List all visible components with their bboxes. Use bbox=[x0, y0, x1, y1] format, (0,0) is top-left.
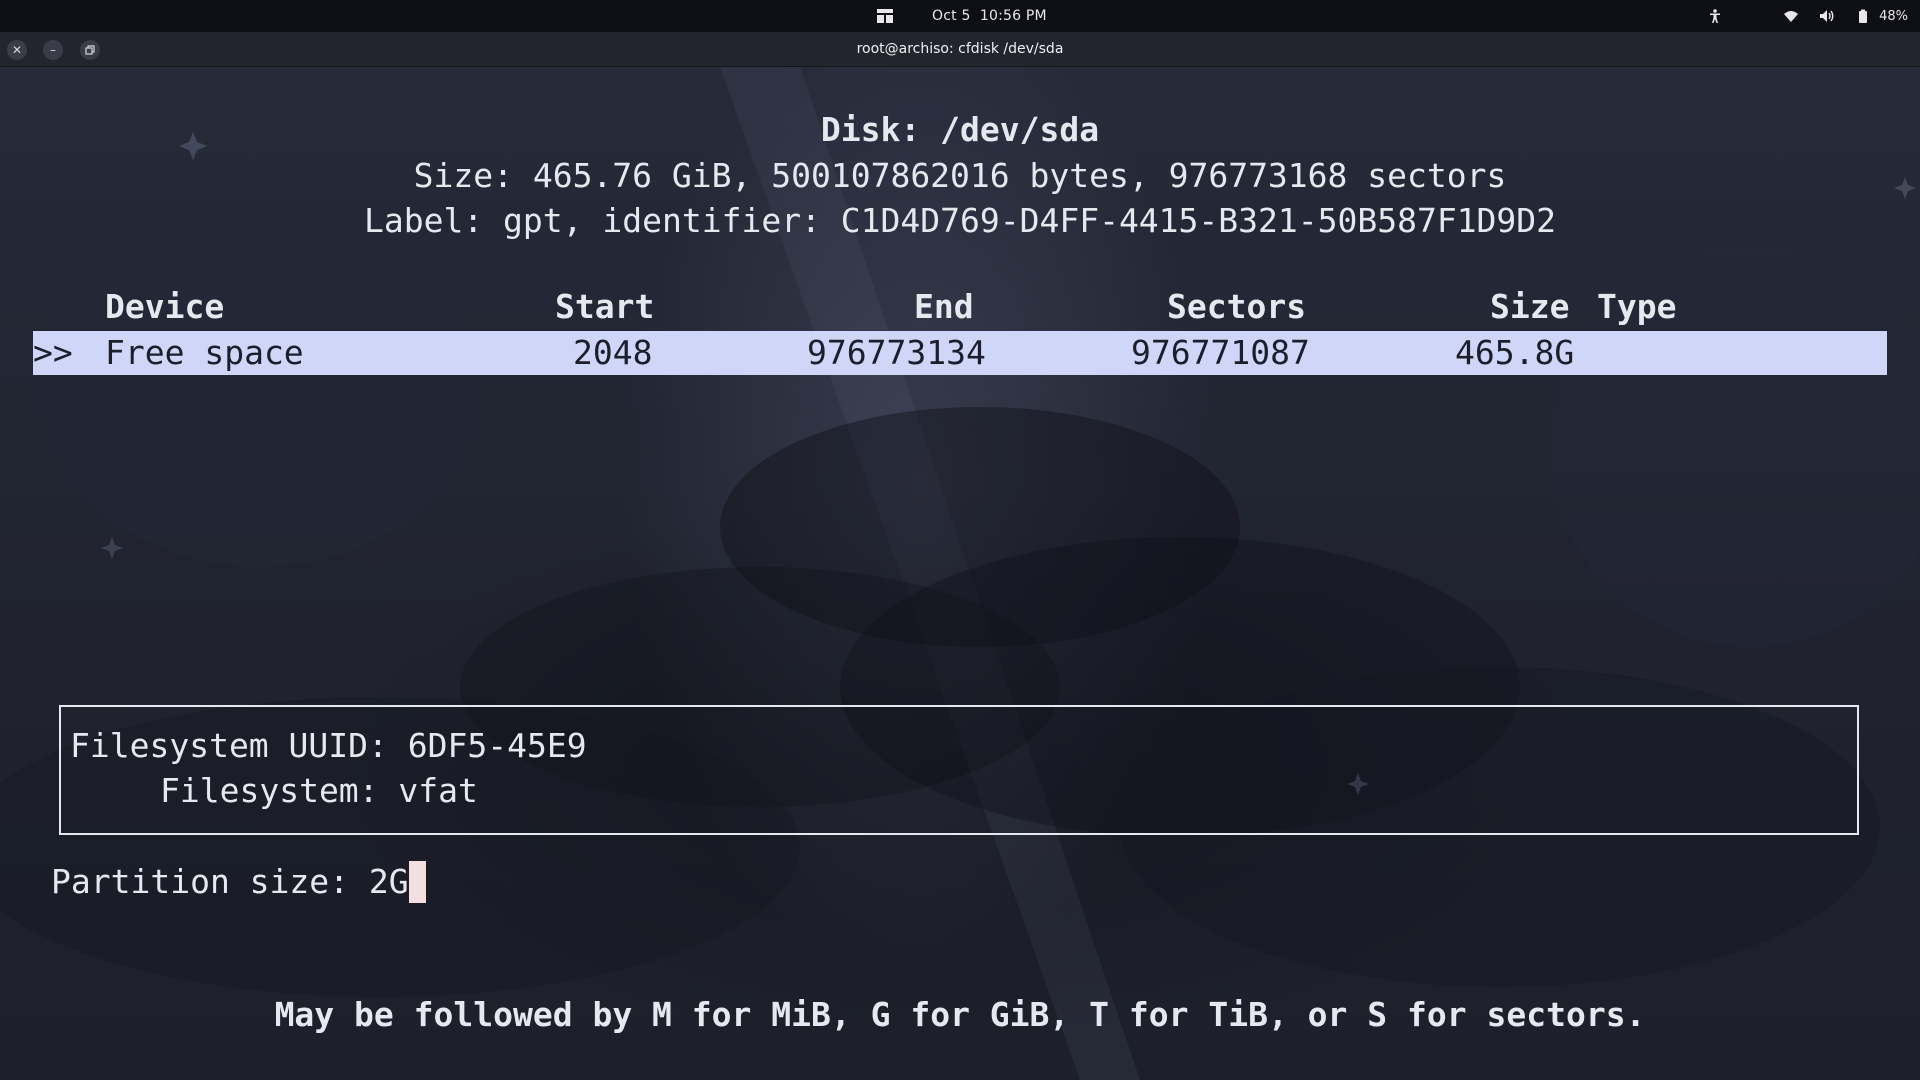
column-header-type: Type bbox=[1597, 287, 1677, 326]
filesystem-type-line: Filesystem: vfat bbox=[160, 771, 478, 810]
clock[interactable]: Oct 5 10:56 PM bbox=[932, 8, 1047, 24]
accessibility-icon[interactable] bbox=[1707, 8, 1723, 24]
column-header-device: Device bbox=[105, 287, 225, 326]
clock-date: Oct 5 bbox=[932, 8, 971, 24]
partition-row-selected[interactable]: >> Free space 2048 976773134 976771087 4… bbox=[33, 331, 1887, 375]
column-header-sectors: Sectors bbox=[1167, 287, 1307, 326]
system-tray[interactable]: 48% bbox=[1707, 6, 1908, 26]
row-end: 976773134 bbox=[807, 333, 986, 372]
wifi-icon[interactable] bbox=[1783, 8, 1799, 24]
window-titlebar[interactable]: ✕ – root@archiso: cfdisk /dev/sda bbox=[0, 32, 1920, 67]
terminal-area[interactable]: Disk: /dev/sda Size: 465.76 GiB, 5001078… bbox=[0, 67, 1920, 1080]
selection-marker: >> bbox=[33, 333, 73, 372]
partition-info-box: Filesystem UUID: 6DF5-45E9 Filesystem: v… bbox=[59, 705, 1859, 835]
column-header-size: Size bbox=[1490, 287, 1570, 326]
window-title: root@archiso: cfdisk /dev/sda bbox=[856, 41, 1064, 57]
filesystem-uuid-line: Filesystem UUID: 6DF5-45E9 bbox=[70, 726, 587, 765]
volume-icon[interactable] bbox=[1819, 8, 1835, 24]
partition-size-input[interactable]: 2G bbox=[369, 862, 409, 901]
column-header-end: End bbox=[914, 287, 974, 326]
row-device: Free space bbox=[105, 333, 304, 372]
text-cursor bbox=[408, 861, 426, 903]
row-size: 465.8G bbox=[1455, 333, 1575, 372]
disk-title: Disk: /dev/sda bbox=[820, 110, 1100, 149]
partition-size-prompt[interactable]: Partition size: 2G bbox=[51, 860, 426, 904]
disk-size-line: Size: 465.76 GiB, 500107862016 bytes, 97… bbox=[413, 156, 1507, 195]
system-top-bar: Oct 5 10:56 PM 48% bbox=[0, 0, 1920, 32]
activities-grid-icon[interactable] bbox=[876, 7, 894, 25]
clock-time: 10:56 PM bbox=[979, 8, 1047, 24]
row-sectors: 976771087 bbox=[1131, 333, 1310, 372]
partition-table-header: Device Start End Sectors Size Type bbox=[0, 285, 1920, 329]
battery-percentage: 48% bbox=[1879, 8, 1908, 24]
row-start: 2048 bbox=[573, 333, 653, 372]
column-header-start: Start bbox=[555, 287, 655, 326]
battery-icon[interactable] bbox=[1855, 8, 1871, 24]
prompt-label: Partition size: bbox=[51, 862, 369, 901]
size-hint: May be followed by M for MiB, G for GiB,… bbox=[274, 995, 1646, 1034]
disk-label-line: Label: gpt, identifier: C1D4D769-D4FF-44… bbox=[363, 201, 1557, 240]
